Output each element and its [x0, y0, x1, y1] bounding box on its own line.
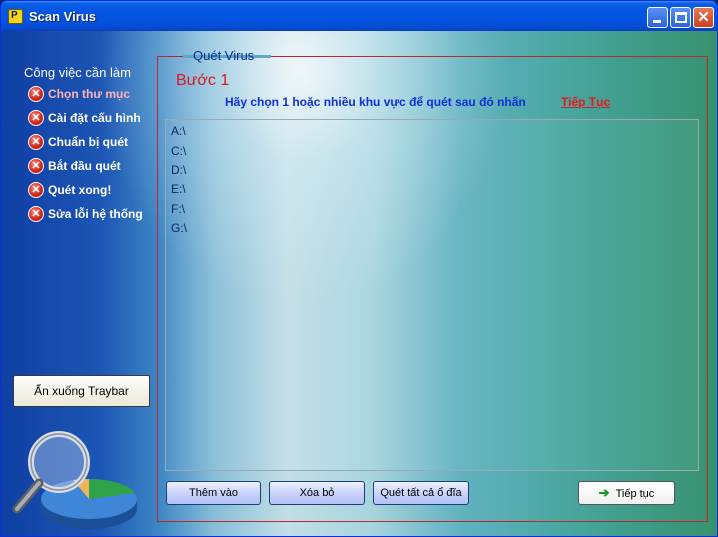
- error-x-icon: ✕: [28, 206, 44, 222]
- minimize-icon: [653, 20, 661, 23]
- task-configure[interactable]: ✕ Cài đặt cấu hình: [28, 109, 141, 127]
- next-button[interactable]: ➔ Tiếp tục: [578, 481, 675, 505]
- task-label: Quét xong!: [48, 183, 112, 197]
- remove-button[interactable]: Xóa bỏ: [269, 481, 365, 505]
- list-item[interactable]: A:\: [171, 124, 186, 138]
- group-title: Quét Virus: [193, 48, 255, 63]
- window-title: Scan Virus: [29, 9, 96, 24]
- list-item[interactable]: C:\: [171, 144, 186, 158]
- instruction-text: Hãy chọn 1 hoặc nhiều khu vực để quét sa…: [225, 95, 526, 109]
- maximize-icon: [675, 12, 687, 23]
- error-x-icon: ✕: [28, 182, 44, 198]
- title-bar[interactable]: P Scan Virus ✕: [1, 1, 717, 31]
- task-label: Bắt đầu quét: [48, 159, 121, 173]
- task-choose-folder[interactable]: ✕ Chọn thư mục: [28, 85, 130, 103]
- close-icon: ✕: [697, 9, 710, 26]
- list-item[interactable]: F:\: [171, 202, 185, 216]
- step-title: Bước 1: [176, 72, 230, 89]
- sidebar: Công việc cần làm ✕ Chọn thư mục ✕ Cài đ…: [1, 31, 161, 536]
- app-window: P Scan Virus ✕ Công việc cần làm ✕ Chọn …: [0, 0, 718, 537]
- task-label: Cài đặt cấu hình: [48, 111, 141, 125]
- hide-to-tray-button[interactable]: Ẩn xuống Traybar: [13, 375, 150, 407]
- arrow-right-icon: ➔: [598, 485, 610, 500]
- task-label: Chọn thư mục: [48, 87, 131, 101]
- next-button-label: Tiếp tục: [615, 488, 655, 500]
- client-area: Công việc cần làm ✕ Chọn thư mục ✕ Cài đ…: [1, 31, 717, 536]
- minimize-button[interactable]: [647, 7, 668, 28]
- scan-all-drives-button[interactable]: Quét tất cả ổ đĩa: [373, 481, 469, 505]
- error-x-icon: ✕: [28, 86, 44, 102]
- task-prepare-scan[interactable]: ✕ Chuẩn bị quét: [28, 133, 128, 151]
- error-x-icon: ✕: [28, 158, 44, 174]
- app-icon: P: [8, 9, 23, 24]
- task-scan-done[interactable]: ✕ Quét xong!: [28, 181, 111, 199]
- error-x-icon: ✕: [28, 110, 44, 126]
- sidebar-title: Công việc cần làm: [24, 65, 131, 80]
- list-item[interactable]: D:\: [171, 163, 186, 177]
- close-button[interactable]: ✕: [693, 7, 714, 28]
- magnifier-pie-logo-icon: [12, 431, 137, 529]
- task-label: Sửa lỗi hệ thống: [48, 207, 143, 221]
- add-button[interactable]: Thêm vào: [166, 481, 261, 505]
- error-x-icon: ✕: [28, 134, 44, 150]
- drive-list[interactable]: A:\ C:\ D:\ E:\ F:\ G:\: [165, 119, 699, 471]
- next-link[interactable]: Tiếp Tục: [561, 95, 610, 109]
- list-item[interactable]: E:\: [171, 182, 186, 196]
- maximize-button[interactable]: [670, 7, 691, 28]
- list-item[interactable]: G:\: [171, 221, 187, 235]
- task-fix-system[interactable]: ✕ Sửa lỗi hệ thống: [28, 205, 143, 223]
- task-label: Chuẩn bị quét: [48, 135, 128, 149]
- task-start-scan[interactable]: ✕ Bắt đầu quét: [28, 157, 121, 175]
